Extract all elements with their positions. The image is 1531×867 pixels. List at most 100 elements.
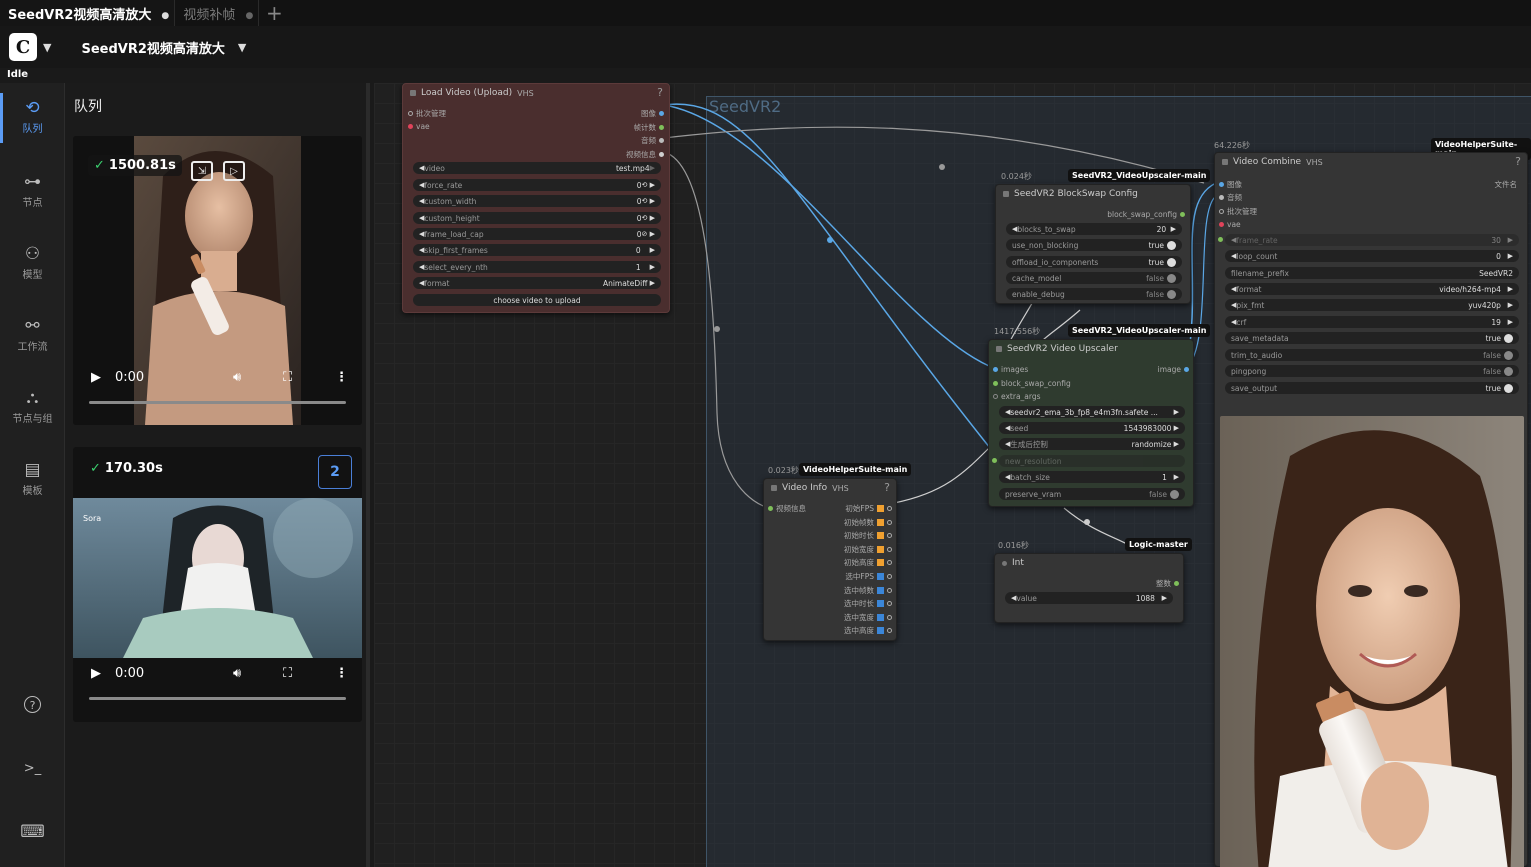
output-slot[interactable]: 选中宽度 bbox=[844, 612, 892, 623]
input-slot[interactable]: 图像 bbox=[1219, 179, 1242, 190]
widget-save-output[interactable]: save_output true bbox=[1225, 382, 1519, 394]
help-icon[interactable]: ? bbox=[657, 86, 663, 99]
widget-offload-io[interactable]: offload_io_components true bbox=[1006, 256, 1182, 268]
node-int[interactable]: Int 整数 ◀ value 1088 ▶ bbox=[994, 553, 1184, 623]
comfy-logo-icon[interactable]: C bbox=[9, 33, 37, 61]
video-preview[interactable] bbox=[1220, 416, 1524, 867]
play-icon[interactable]: ▶ bbox=[91, 370, 101, 385]
widget-pix-fmt[interactable]: ◀ pix_fmt yuv420p ▶ bbox=[1225, 299, 1519, 311]
input-slot[interactable]: extra_args bbox=[993, 392, 1041, 401]
node-blockswap-config[interactable]: SeedVR2 BlockSwap Config block_swap_conf… bbox=[995, 184, 1191, 304]
output-slot[interactable]: 初始时长 bbox=[844, 530, 892, 541]
input-slot[interactable]: 批次管理 bbox=[1219, 206, 1257, 217]
widget-frame-load-cap[interactable]: ◀ frame_load_cap 0 ⊘ ▶ bbox=[413, 228, 661, 240]
sidebar-item-templates[interactable]: ▤ 模板 bbox=[0, 461, 65, 497]
toggle-icon[interactable] bbox=[1504, 333, 1513, 343]
widget-save-metadata[interactable]: save_metadata true bbox=[1225, 332, 1519, 344]
widget-custom-height[interactable]: ◀ custom_height 0 ⟲ ▶ bbox=[413, 212, 661, 224]
chevron-down-icon[interactable]: ▼ bbox=[43, 41, 51, 54]
upload-video-button[interactable]: choose video to upload bbox=[413, 294, 661, 306]
more-options-icon[interactable]: ⋮ bbox=[335, 370, 348, 385]
widget-frame-rate[interactable]: ◀ frame_rate 30 ▶ bbox=[1225, 234, 1519, 246]
widget-int-value[interactable]: ◀ value 1088 ▶ bbox=[1005, 592, 1173, 604]
output-slot[interactable]: 帧计数 bbox=[634, 122, 664, 133]
widget-new-resolution[interactable]: new_resolution bbox=[999, 455, 1185, 467]
node-header[interactable]: Load Video (Upload) VHS ? bbox=[403, 84, 669, 102]
terminal-button[interactable]: >_ bbox=[0, 760, 65, 778]
collapse-icon[interactable] bbox=[996, 346, 1002, 352]
output-slot[interactable]: image bbox=[1158, 365, 1189, 374]
output-slot[interactable]: 选中时长 bbox=[844, 598, 892, 609]
output-slot[interactable]: 音频 bbox=[641, 135, 664, 146]
node-header[interactable]: SeedVR2 BlockSwap Config bbox=[996, 185, 1190, 203]
input-slot[interactable]: 批次管理 bbox=[408, 108, 446, 119]
queue-item[interactable]: ✓ 170.30s 2 Sora ▶ 0:00 🔊︎ ⛶ ⋮ bbox=[73, 447, 362, 722]
node-header[interactable]: SeedVR2 Video Upscaler bbox=[989, 340, 1193, 358]
input-slot[interactable]: 音频 bbox=[1219, 192, 1242, 203]
widget-enable-debug[interactable]: enable_debug false bbox=[1006, 288, 1182, 300]
widget-pingpong[interactable]: pingpong false bbox=[1225, 365, 1519, 377]
widget-control-after-generate[interactable]: ◀ 生成后控制 randomize ▶ bbox=[999, 438, 1185, 450]
output-slot[interactable]: 选中帧数 bbox=[844, 585, 892, 596]
widget-seed[interactable]: ◀ seed 1543983000 ▶ bbox=[999, 422, 1185, 434]
play-icon[interactable]: ▶ bbox=[91, 666, 101, 681]
toggle-icon[interactable] bbox=[1167, 273, 1176, 283]
keyboard-button[interactable]: ⌨ bbox=[0, 823, 65, 841]
input-slot[interactable]: vae bbox=[1219, 220, 1241, 229]
sidebar-item-models[interactable]: ⚇ 模型 bbox=[0, 245, 65, 281]
node-header[interactable]: Int bbox=[995, 554, 1183, 572]
fullscreen-icon[interactable]: ⛶ bbox=[283, 370, 292, 385]
output-slot[interactable]: 初始FPS bbox=[845, 503, 892, 514]
collapse-icon[interactable] bbox=[1222, 159, 1228, 165]
toggle-icon[interactable] bbox=[1504, 366, 1513, 376]
input-slot[interactable]: block_swap_config bbox=[993, 379, 1071, 388]
open-preview-icon[interactable]: ▷ bbox=[223, 161, 245, 181]
widget-format[interactable]: ◀ format AnimateDiff ▶ bbox=[413, 277, 661, 289]
toggle-icon[interactable] bbox=[1504, 383, 1513, 393]
volume-icon[interactable]: 🔊︎ bbox=[233, 666, 241, 681]
widget-video[interactable]: ◀ video test.mp4 ▶ bbox=[413, 162, 661, 174]
widget-batch-size[interactable]: ◀ batch_size 1 ▶ bbox=[999, 471, 1185, 483]
output-count-badge[interactable]: 2 bbox=[318, 455, 352, 489]
node-header[interactable]: Video Info VHS ? bbox=[764, 479, 896, 497]
toggle-icon[interactable] bbox=[1167, 240, 1176, 250]
tab-video-interpolation[interactable]: 视频补帧 ● bbox=[175, 0, 260, 26]
output-slot[interactable]: 图像 bbox=[641, 108, 664, 119]
widget-cache-model[interactable]: cache_model false bbox=[1006, 272, 1182, 284]
widget-skip-first-frames[interactable]: ◀ skip_first_frames 0 ▶ bbox=[413, 244, 661, 256]
fullscreen-icon[interactable]: ⛶ bbox=[283, 666, 292, 681]
help-icon[interactable]: ? bbox=[1515, 155, 1521, 168]
output-slot[interactable]: 文件名 bbox=[1495, 179, 1518, 190]
more-options-icon[interactable]: ⋮ bbox=[335, 666, 348, 681]
tab-seedvr2[interactable]: SeedVR2视频高清放大 ● bbox=[0, 0, 176, 26]
toggle-icon[interactable] bbox=[1504, 350, 1513, 360]
input-slot[interactable]: 视频信息 bbox=[768, 503, 806, 514]
load-workflow-icon[interactable]: ⇲ bbox=[191, 161, 213, 181]
widget-blocks-to-swap[interactable]: ◀ blocks_to_swap 20 ▶ bbox=[1006, 223, 1182, 235]
node-video-info[interactable]: Video Info VHS ? 视频信息 初始FPS 初始帧数 初始时长 初始宽度初… bbox=[763, 478, 897, 641]
output-slot[interactable]: 选中FPS bbox=[845, 571, 892, 582]
node-video-combine[interactable]: Video Combine VHS ? 图像 音频 批次管理 vae 文件名 ◀… bbox=[1214, 152, 1528, 867]
output-slot[interactable]: 选中高度 bbox=[844, 625, 892, 636]
output-slot[interactable]: 初始帧数 bbox=[844, 517, 892, 528]
collapse-icon[interactable] bbox=[1003, 191, 1009, 197]
sidebar-item-node-groups[interactable]: ⛬ 节点与组 bbox=[0, 389, 65, 425]
widget-preserve-vram[interactable]: preserve_vram false bbox=[999, 488, 1185, 500]
input-slot-frame-rate[interactable] bbox=[1218, 237, 1223, 242]
widget-force-rate[interactable]: ◀ force_rate 0 ⟲ ▶ bbox=[413, 179, 661, 191]
widget-loop-count[interactable]: ◀ loop_count 0 ▶ bbox=[1225, 250, 1519, 262]
collapse-icon[interactable] bbox=[410, 90, 416, 96]
workflow-name-button[interactable]: SeedVR2视频高清放大 ▼ bbox=[81, 38, 246, 57]
input-slot[interactable]: images bbox=[993, 365, 1028, 374]
node-load-video[interactable]: Load Video (Upload) VHS ? 批次管理 vae 图像 帧计… bbox=[402, 83, 670, 313]
sidebar-item-nodes[interactable]: ⊶ 节点 bbox=[0, 173, 65, 209]
widget-custom-width[interactable]: ◀ custom_width 0 ⟲ ▶ bbox=[413, 195, 661, 207]
widget-select-every-nth[interactable]: ◀ select_every_nth 1 ▶ bbox=[413, 261, 661, 273]
widget-format[interactable]: ◀ format video/h264-mp4 ▶ bbox=[1225, 283, 1519, 295]
toggle-icon[interactable] bbox=[1170, 489, 1179, 499]
volume-icon[interactable]: 🔊︎ bbox=[233, 370, 241, 385]
sidebar-item-workflows[interactable]: ⚯ 工作流 bbox=[0, 317, 65, 353]
input-slot-new-resolution[interactable] bbox=[992, 458, 997, 463]
output-slot[interactable]: 视频信息 bbox=[626, 149, 664, 160]
toggle-icon[interactable] bbox=[1167, 289, 1176, 299]
